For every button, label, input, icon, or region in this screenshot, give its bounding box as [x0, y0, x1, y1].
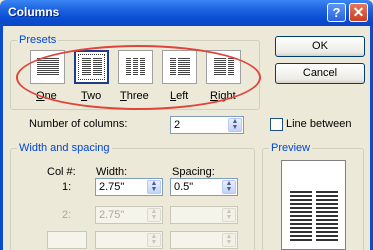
- width-header: Width:: [96, 166, 128, 178]
- preview-page: [281, 160, 346, 250]
- row1-spacing-spinner[interactable]: 0.5" ▲ ▼: [170, 178, 238, 196]
- help-button[interactable]: ?: [327, 3, 346, 22]
- spinner-arrows-icon[interactable]: ▲ ▼: [147, 180, 161, 194]
- spinner-arrows-icon: ▲ ▼: [222, 208, 236, 222]
- row1-width-spinner[interactable]: 2.75" ▲ ▼: [95, 178, 163, 196]
- presets-legend: Presets: [17, 34, 59, 46]
- col-header: Col #:: [47, 166, 76, 178]
- spacing-header: Spacing:: [172, 166, 215, 178]
- row3-col-box: [47, 231, 87, 249]
- spinner-arrows-icon[interactable]: ▲ ▼: [228, 118, 242, 132]
- num-columns-spinner[interactable]: 2 ▲ ▼: [170, 116, 244, 134]
- row2-width-value: 2.75": [99, 209, 125, 221]
- row3-width-spinner: ▲ ▼: [95, 231, 163, 249]
- annotation-ellipse: [16, 45, 261, 110]
- preview-legend: Preview: [269, 142, 313, 154]
- num-columns-label: Number of columns:: [29, 118, 128, 130]
- preview-column-left: [290, 191, 312, 243]
- width-spacing-legend: Width and spacing: [17, 142, 112, 154]
- row3-spacing-spinner: ▲ ▼: [170, 231, 238, 249]
- spinner-arrows-icon: ▲ ▼: [147, 208, 161, 222]
- window-title: Columns: [8, 5, 60, 19]
- spinner-arrows-icon: ▲ ▼: [147, 233, 161, 247]
- row1-spacing-value: 0.5": [174, 181, 194, 193]
- row1-col-number: 1:: [62, 181, 72, 193]
- preview-column-right: [316, 191, 338, 243]
- line-between-checkbox[interactable]: [270, 118, 283, 131]
- row1-width-value: 2.75": [99, 181, 125, 193]
- spinner-arrows-icon[interactable]: ▲ ▼: [222, 180, 236, 194]
- num-columns-value: 2: [174, 119, 181, 131]
- spinner-arrows-icon: ▲ ▼: [222, 233, 236, 247]
- ok-button[interactable]: OK: [275, 36, 365, 57]
- row2-spacing-spinner: ▲ ▼: [170, 206, 238, 224]
- close-button[interactable]: ✕: [349, 3, 368, 22]
- cancel-button[interactable]: Cancel: [275, 63, 365, 84]
- row2-col-number: 2:: [62, 209, 72, 221]
- row2-width-spinner: 2.75" ▲ ▼: [95, 206, 163, 224]
- line-between-label: Line between: [286, 118, 352, 130]
- title-bar: Columns ? ✕: [0, 0, 373, 26]
